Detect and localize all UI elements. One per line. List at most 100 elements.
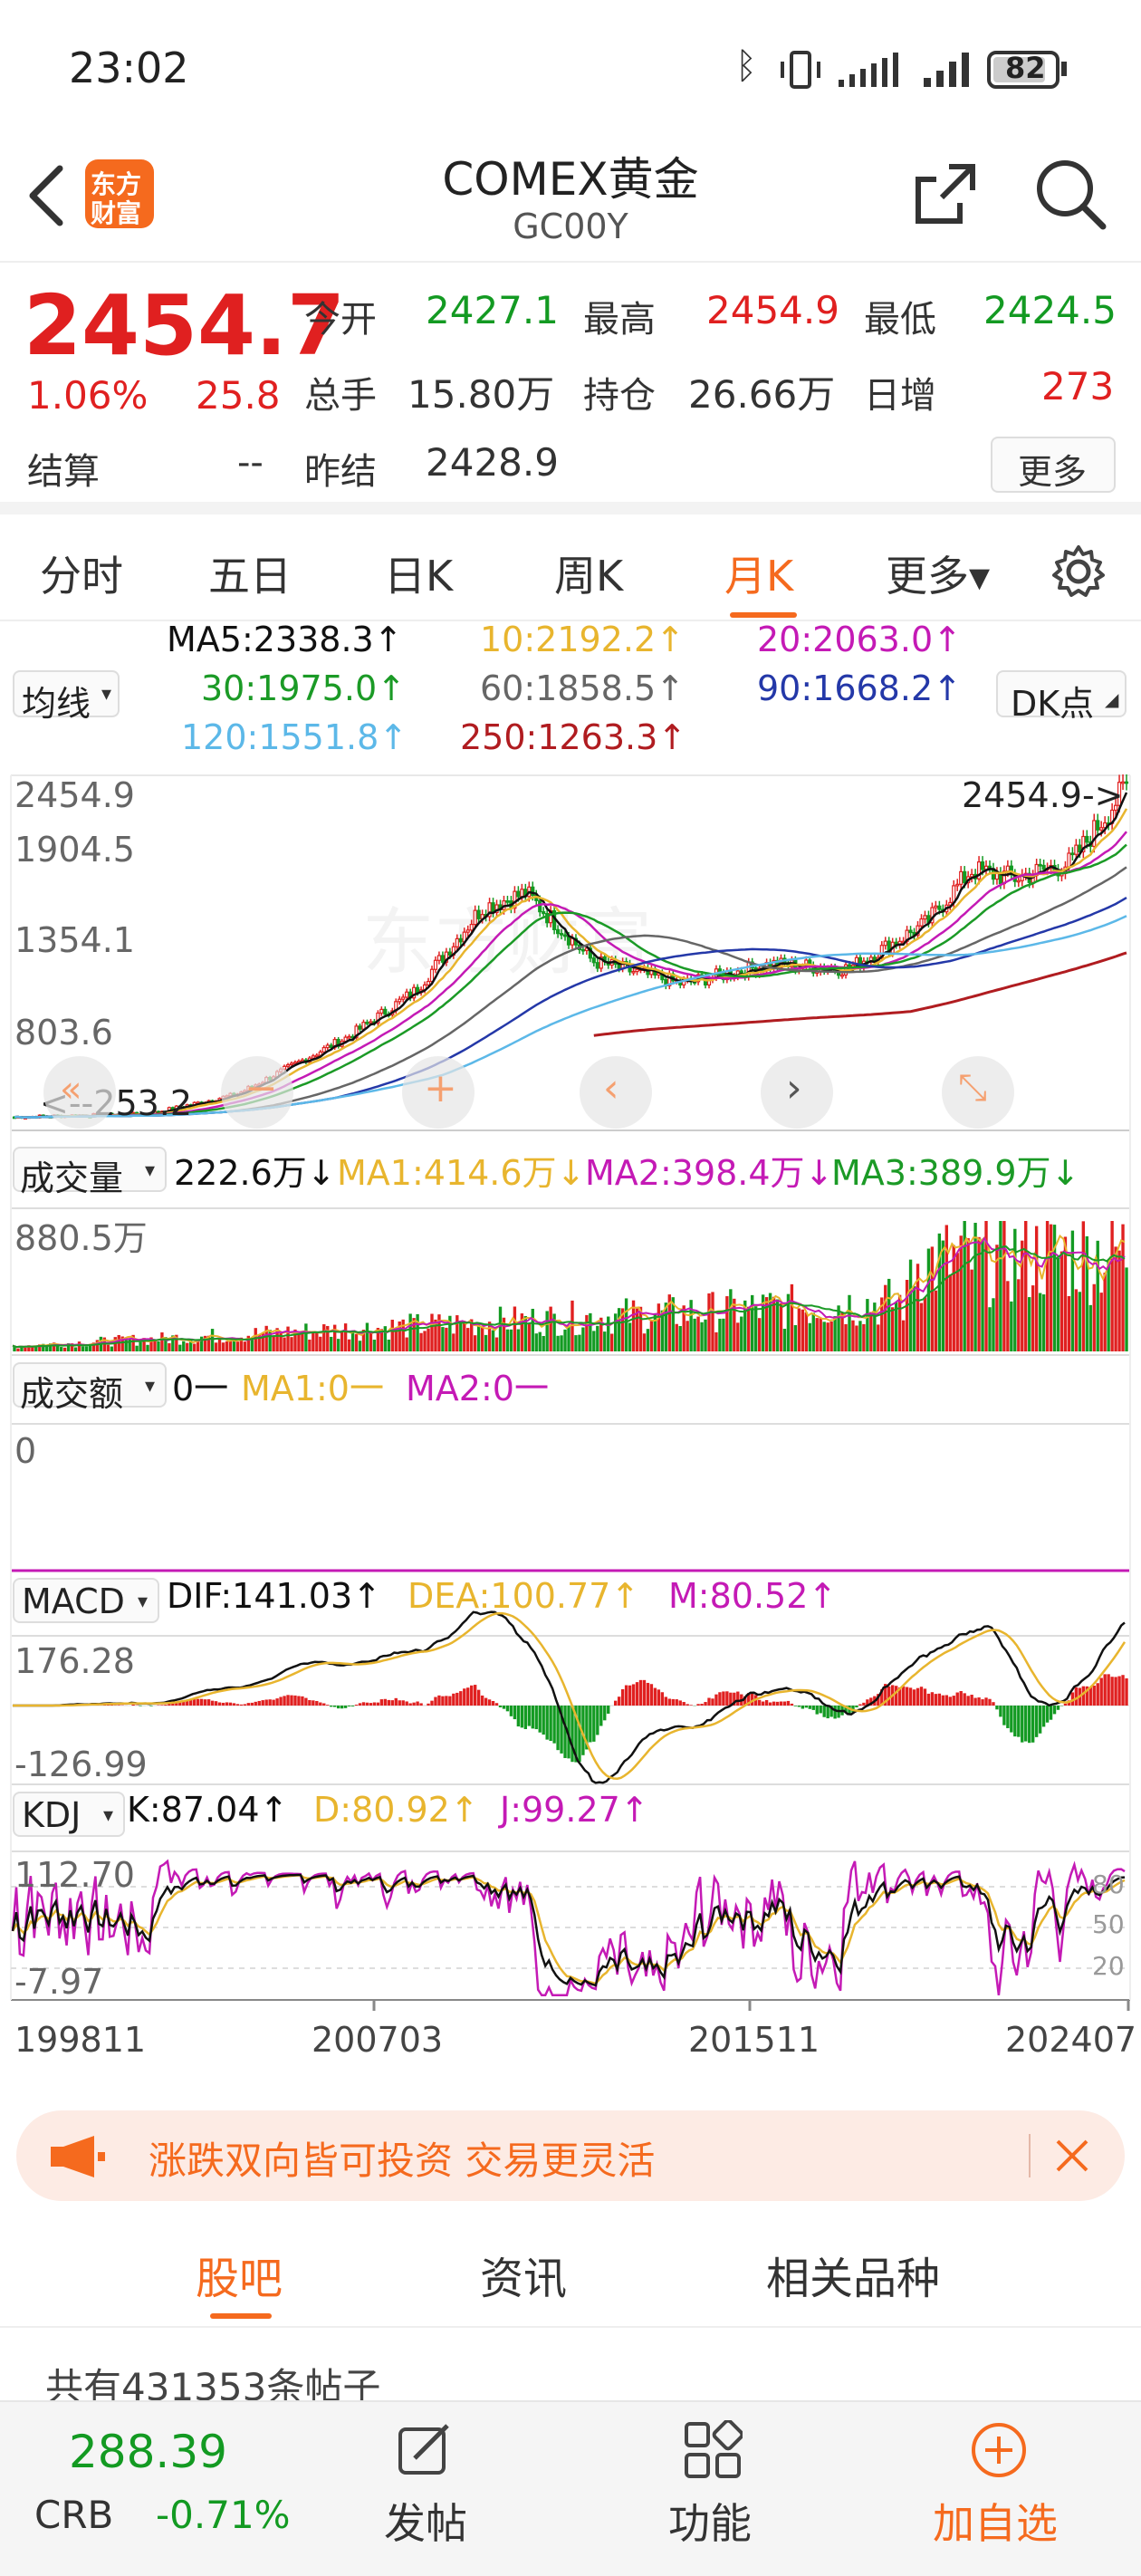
volume-bar: [603, 1331, 607, 1351]
volume-bar: [563, 1329, 567, 1351]
kline-svg[interactable]: 东方财富: [0, 623, 1141, 2091]
macd-histogram-bar: [973, 1697, 977, 1706]
volume-bar: [826, 1322, 829, 1351]
price-axis-3: 1354.1: [14, 920, 135, 960]
macd-histogram-bar: [365, 1702, 369, 1706]
macd-histogram-bar: [649, 1684, 654, 1706]
amount-selector[interactable]: 成交额 ▾: [13, 1362, 167, 1414]
volume-bar: [642, 1333, 647, 1351]
volume-selector[interactable]: 成交量 ▾: [13, 1147, 167, 1198]
macd-histogram-bar: [711, 1698, 714, 1706]
price-candle-body: [1038, 863, 1042, 867]
macd-histogram-bar: [934, 1694, 938, 1706]
volume-bar: [877, 1324, 880, 1351]
settings-gear-icon[interactable]: [1050, 543, 1107, 600]
volume-bar: [330, 1336, 333, 1351]
search-icon[interactable]: [1032, 156, 1108, 232]
macd-histogram-bar: [239, 1704, 244, 1706]
volume-bar: [733, 1298, 736, 1351]
macd-histogram-bar: [531, 1706, 534, 1729]
volume-bar: [1049, 1224, 1053, 1351]
price-candle-body: [321, 1046, 326, 1053]
volume-bar: [585, 1314, 589, 1351]
macd-histogram-bar: [297, 1696, 301, 1706]
price-candle-body: [746, 961, 751, 978]
macd-histogram-bar: [405, 1701, 408, 1706]
macd-histogram-bar: [1121, 1675, 1125, 1706]
zoom-in-button[interactable]: +: [402, 1056, 475, 1129]
macd-histogram-bar: [804, 1706, 808, 1708]
macd-histogram-bar: [952, 1696, 955, 1706]
price-candle-body: [473, 909, 477, 926]
scroll-right-button[interactable]: ›: [761, 1056, 833, 1129]
macd-histogram-bar: [250, 1702, 254, 1706]
macd-histogram-bar: [473, 1685, 477, 1706]
price-candle-body: [919, 918, 924, 927]
tab-more[interactable]: 更多▾: [886, 543, 990, 603]
more-button[interactable]: 更多: [991, 437, 1116, 493]
macd-histogram-bar: [354, 1705, 359, 1706]
tab-forum[interactable]: 股吧: [196, 2243, 283, 2306]
volume-bar: [916, 1264, 920, 1351]
volume-bar: [858, 1321, 862, 1351]
tab-five-day[interactable]: 五日: [208, 543, 292, 603]
volume-bar: [527, 1323, 531, 1351]
price-candle-body: [311, 1055, 315, 1059]
macd-histogram-bar: [509, 1706, 513, 1716]
macd-histogram-bar: [1038, 1706, 1042, 1734]
rewind-button[interactable]: «: [43, 1056, 116, 1129]
macd-histogram-bar: [801, 1706, 805, 1709]
promo-banner[interactable]: 涨跌双向皆可投资 交易更灵活: [16, 2110, 1125, 2201]
macd-histogram-bar: [646, 1682, 650, 1706]
volume-axis-top: 880.5万: [14, 1218, 148, 1258]
tab-intraday[interactable]: 分时: [40, 543, 123, 603]
post-button[interactable]: 发帖: [326, 2402, 525, 2574]
price-candle-body: [401, 996, 406, 1000]
banner-text: 涨跌双向皆可投资 交易更灵活: [149, 2139, 656, 2183]
share-icon[interactable]: [909, 158, 982, 230]
macd-histogram-bar: [498, 1706, 503, 1707]
scroll-left-button[interactable]: ‹: [580, 1056, 652, 1129]
volume-label: 总手: [304, 375, 377, 417]
tab-related[interactable]: 相关品种: [766, 2243, 940, 2306]
volume-bar: [581, 1327, 585, 1351]
add-watchlist-button[interactable]: 加自选: [896, 2402, 1123, 2574]
price-candle-body: [433, 959, 438, 970]
volume-bar: [531, 1308, 534, 1351]
function-button[interactable]: 功能: [616, 2402, 815, 2574]
volume-bar: [833, 1316, 837, 1351]
macd-histogram-bar: [401, 1700, 405, 1706]
crb-index-widget[interactable]: 288.39 CRB -0.71%: [0, 2402, 308, 2574]
zoom-out-button[interactable]: −: [221, 1056, 293, 1129]
tab-news[interactable]: 资讯: [480, 2243, 567, 2306]
kdj-d: D:80.92↑: [313, 1790, 479, 1830]
macd-selector[interactable]: MACD ▾: [13, 1578, 159, 1623]
macd-histogram-bar: [736, 1691, 740, 1706]
tab-monthly-k[interactable]: 月K: [724, 543, 793, 603]
volume-bar: [840, 1312, 844, 1351]
macd-axis-bottom: -126.99: [14, 1745, 148, 1784]
volume-bar: [919, 1302, 924, 1351]
macd-histogram-bar: [491, 1700, 495, 1706]
kdj-selector[interactable]: KDJ ▾: [13, 1792, 125, 1837]
kdj-axis-top: 112.70: [14, 1855, 135, 1895]
macd-histogram-bar: [981, 1699, 984, 1706]
macd-histogram-bar: [722, 1691, 725, 1706]
macd-histogram-bar: [268, 1699, 272, 1706]
macd-histogram-bar: [757, 1699, 762, 1706]
price-candle-body: [963, 870, 967, 884]
volume-bar: [1099, 1293, 1103, 1351]
volume-bar: [1081, 1221, 1086, 1351]
macd-histogram-bar: [725, 1691, 729, 1706]
volume-bar: [722, 1318, 725, 1351]
fullscreen-button[interactable]: ⤡: [942, 1056, 1014, 1129]
macd-histogram-bar: [445, 1696, 448, 1706]
volume-bar: [1034, 1226, 1039, 1351]
tab-daily-k[interactable]: 日K: [384, 543, 453, 603]
megaphone-icon: [51, 2136, 105, 2177]
kline-chart-area[interactable]: 均线 ▾ MA5:2338.3↑ 10:2192.2↑ 20:2063.0↑ 3…: [0, 620, 1141, 2091]
close-icon[interactable]: [1054, 2138, 1090, 2174]
price-candle-body: [959, 870, 964, 885]
volume-bar: [480, 1326, 484, 1351]
tab-weekly-k[interactable]: 周K: [554, 543, 623, 603]
